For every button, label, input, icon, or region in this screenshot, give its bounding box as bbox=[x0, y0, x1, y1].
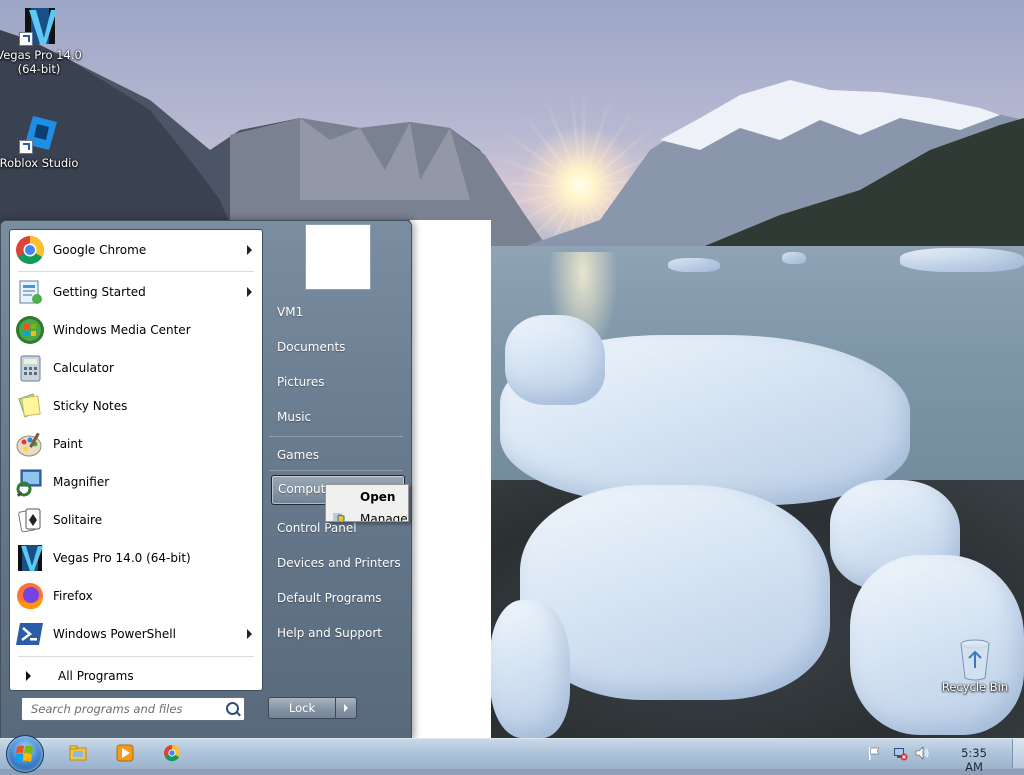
paint-icon bbox=[15, 429, 45, 459]
desktop-icon-label: Vegas Pro 14.0 (64-bit) bbox=[0, 48, 82, 76]
divider bbox=[18, 271, 254, 272]
windows-media-center-icon bbox=[15, 315, 45, 345]
desktop-icon-roblox-studio[interactable]: Roblox Studio bbox=[0, 114, 82, 170]
right-item-pictures[interactable]: Pictures bbox=[271, 371, 403, 395]
taskbar-clock[interactable]: 5:35 AM bbox=[951, 746, 997, 774]
start-menu: Google Chrome Getting Started Windows Me… bbox=[0, 220, 412, 740]
iceberg bbox=[900, 248, 1024, 272]
magnifier-icon bbox=[15, 467, 45, 497]
context-menu-manage[interactable]: Manage bbox=[360, 512, 408, 521]
calculator-icon bbox=[15, 353, 45, 383]
right-item-label: Default Programs bbox=[277, 591, 382, 605]
media-player-icon[interactable] bbox=[115, 743, 135, 763]
iceberg bbox=[668, 258, 720, 272]
program-label: Sticky Notes bbox=[53, 399, 128, 413]
program-label: Google Chrome bbox=[53, 243, 147, 257]
firefox-icon bbox=[15, 581, 45, 611]
solitaire-icon bbox=[15, 505, 45, 535]
right-item-label: Help and Support bbox=[277, 626, 382, 640]
right-item-label: Music bbox=[277, 410, 312, 424]
vegas-pro-icon bbox=[19, 6, 59, 46]
right-item-user[interactable]: VM1 bbox=[271, 301, 403, 325]
program-label: Windows Media Center bbox=[53, 323, 191, 337]
program-paint[interactable]: Paint bbox=[12, 426, 258, 462]
sticky-notes-icon bbox=[15, 391, 45, 421]
lock-button[interactable]: Lock bbox=[268, 697, 336, 719]
context-menu-open[interactable]: Open bbox=[360, 490, 395, 504]
chrome-icon[interactable] bbox=[162, 743, 182, 763]
program-label: Windows PowerShell bbox=[53, 627, 176, 641]
all-programs-button[interactable]: All Programs bbox=[18, 666, 258, 686]
program-label: Paint bbox=[53, 437, 83, 451]
action-center-flag-icon[interactable] bbox=[866, 745, 882, 761]
search-programs-input[interactable]: Search programs and files bbox=[21, 697, 245, 721]
desktop-icon-recycle-bin[interactable]: Recycle Bin bbox=[932, 638, 1018, 694]
desktop-icon-label: Recycle Bin bbox=[941, 680, 1009, 694]
program-windows-media-center[interactable]: Windows Media Center bbox=[12, 312, 258, 348]
right-item-label: Games bbox=[277, 448, 319, 462]
show-desktop-button[interactable] bbox=[1012, 739, 1024, 768]
program-getting-started[interactable]: Getting Started bbox=[12, 274, 258, 310]
all-programs-label: All Programs bbox=[58, 669, 134, 683]
chrome-icon bbox=[15, 235, 45, 265]
desktop-icon-vegas-pro[interactable]: Vegas Pro 14.0 (64-bit) bbox=[0, 6, 82, 76]
search-placeholder: Search programs and files bbox=[31, 702, 183, 716]
right-item-label: Documents bbox=[277, 340, 346, 354]
iceberg bbox=[505, 315, 605, 405]
desktop-icon-label: Roblox Studio bbox=[0, 156, 79, 170]
right-item-label: Pictures bbox=[277, 375, 325, 389]
right-item-label: VM1 bbox=[277, 305, 304, 319]
iceberg bbox=[782, 252, 806, 264]
start-menu-programs-pane: Google Chrome Getting Started Windows Me… bbox=[9, 229, 263, 691]
program-label: Getting Started bbox=[53, 285, 146, 299]
powershell-icon bbox=[15, 619, 45, 649]
right-item-devices-printers[interactable]: Devices and Printers bbox=[271, 552, 403, 576]
start-button[interactable] bbox=[6, 735, 44, 773]
program-firefox[interactable]: Firefox bbox=[12, 578, 258, 614]
network-disconnected-icon[interactable] bbox=[892, 745, 908, 761]
submenu-arrow-icon[interactable] bbox=[247, 245, 252, 255]
right-item-music[interactable]: Music bbox=[271, 406, 403, 430]
shortcut-arrow-icon bbox=[19, 140, 33, 154]
program-magnifier[interactable]: Magnifier bbox=[12, 464, 258, 500]
divider bbox=[18, 656, 254, 657]
program-label: Firefox bbox=[53, 589, 93, 603]
right-item-games[interactable]: Games bbox=[271, 444, 403, 468]
vegas-pro-icon bbox=[15, 543, 45, 573]
program-solitaire[interactable]: Solitaire bbox=[12, 502, 258, 538]
roblox-studio-icon bbox=[19, 114, 59, 154]
shutdown-options-arrow-button[interactable] bbox=[335, 697, 357, 719]
volume-icon[interactable] bbox=[914, 745, 930, 761]
program-calculator[interactable]: Calculator bbox=[12, 350, 258, 386]
program-vegas-pro[interactable]: Vegas Pro 14.0 (64-bit) bbox=[12, 540, 258, 576]
divider bbox=[269, 470, 403, 471]
submenu-arrow-icon[interactable] bbox=[247, 287, 252, 297]
program-label: Magnifier bbox=[53, 475, 110, 489]
submenu-arrow-icon[interactable] bbox=[247, 629, 252, 639]
windows-explorer-icon[interactable] bbox=[68, 743, 88, 763]
right-item-default-programs[interactable]: Default Programs bbox=[271, 587, 403, 611]
search-icon[interactable] bbox=[226, 702, 239, 715]
program-google-chrome[interactable]: Google Chrome bbox=[12, 232, 258, 268]
user-picture[interactable] bbox=[305, 224, 371, 290]
program-sticky-notes[interactable]: Sticky Notes bbox=[12, 388, 258, 424]
recycle-bin-icon bbox=[955, 638, 995, 681]
getting-started-icon bbox=[15, 277, 45, 307]
computer-context-menu: Open Manage bbox=[325, 484, 409, 522]
right-item-documents[interactable]: Documents bbox=[271, 336, 403, 360]
divider bbox=[269, 436, 403, 437]
program-label: Vegas Pro 14.0 (64-bit) bbox=[53, 551, 191, 565]
program-label: Solitaire bbox=[53, 513, 103, 527]
expand-arrow-icon bbox=[26, 671, 31, 681]
windows-logo-icon bbox=[15, 745, 33, 762]
manage-shield-icon bbox=[332, 511, 346, 521]
right-item-label: Devices and Printers bbox=[277, 556, 401, 570]
blank-white-window bbox=[410, 220, 491, 738]
iceberg bbox=[490, 600, 570, 738]
right-item-label: Control Panel bbox=[277, 521, 357, 535]
shortcut-arrow-icon bbox=[19, 32, 33, 46]
program-windows-powershell[interactable]: Windows PowerShell bbox=[12, 616, 258, 652]
program-label: Calculator bbox=[53, 361, 114, 375]
right-item-help-support[interactable]: Help and Support bbox=[271, 622, 403, 646]
